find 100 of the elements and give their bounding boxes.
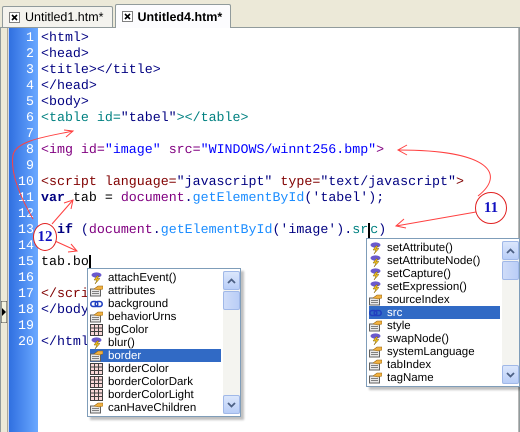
code-text: <script language= — [41, 174, 177, 190]
grid-icon — [90, 388, 103, 400]
code-text: <img id= — [41, 142, 105, 158]
line-number: 19 — [17, 318, 35, 334]
close-icon[interactable] — [122, 11, 133, 22]
line-number: 15 — [17, 254, 35, 270]
autocomplete-item[interactable]: behaviorUrns — [90, 310, 221, 323]
scroll-thumb[interactable] — [502, 261, 519, 280]
code-text: > — [456, 174, 464, 190]
line-number: 7 — [25, 126, 35, 142]
code-text: "tabel" — [120, 110, 177, 126]
code-text: tab.bo — [41, 254, 89, 270]
line-number: 10 — [17, 174, 35, 190]
document-tab[interactable]: Untitled4.htm* — [114, 4, 232, 28]
scroll-down-button[interactable] — [223, 395, 240, 414]
line-number: 20 — [17, 334, 35, 350]
code-text: . — [184, 190, 193, 206]
hand-card-icon — [369, 372, 382, 384]
code-text: src= — [168, 142, 201, 158]
autocomplete-item[interactable]: attachEvent() — [90, 271, 221, 284]
line-number: 9 — [25, 158, 35, 174]
chain-icon — [369, 306, 382, 318]
code-text: "image" — [104, 142, 161, 158]
line-number: 18 — [17, 302, 35, 318]
lightning-icon — [369, 254, 382, 266]
autocomplete-item[interactable]: setCapture() — [369, 267, 500, 280]
chevron-up-icon — [506, 248, 515, 254]
line-number: 17 — [17, 286, 35, 302]
close-icon[interactable] — [9, 12, 20, 22]
lightning-icon — [90, 272, 103, 284]
hand-card-icon — [369, 320, 382, 332]
hand-card-icon — [369, 346, 382, 358]
line-number: 5 — [25, 94, 35, 110]
line-number: 16 — [17, 270, 35, 286]
code-text: type= — [280, 174, 320, 190]
document-tab[interactable]: Untitled1.htm* — [2, 6, 113, 27]
hand-card-icon — [369, 358, 382, 370]
autocomplete-item[interactable]: canHaveChildren — [90, 401, 221, 414]
scroll-down-button[interactable] — [502, 365, 519, 384]
autocomplete-item[interactable]: attributes — [90, 284, 221, 297]
code-text: <table id= — [41, 110, 121, 126]
autocomplete-item[interactable]: tagName — [369, 371, 500, 384]
code-text: "WINDOWS/winnt256.bmp" — [200, 142, 376, 158]
code-text: <title></title> — [41, 62, 161, 78]
code-text: <body> — [41, 94, 89, 110]
autocomplete-item[interactable]: tabIndex — [369, 358, 500, 371]
scroll-thumb[interactable] — [223, 291, 240, 310]
autocomplete-item[interactable]: systemLanguage — [369, 345, 500, 358]
code-text: c — [370, 222, 378, 238]
line-number: 2 — [25, 46, 35, 62]
code-text: sr — [352, 222, 368, 238]
code-text: </scri — [41, 286, 89, 302]
lightning-icon — [90, 336, 103, 348]
code-text: ></table> — [176, 110, 248, 126]
splitter-handle-icon[interactable] — [1, 301, 7, 323]
autocomplete-item[interactable]: borderColorDark — [90, 375, 221, 388]
hand-card-icon — [90, 402, 103, 414]
code-text: getElementById — [160, 222, 272, 238]
code-text: ('image'). — [272, 222, 352, 238]
autocomplete-item[interactable]: setExpression() — [369, 280, 500, 293]
line-number: 3 — [25, 62, 35, 78]
code-text: . — [152, 222, 161, 238]
code-text: </html — [41, 334, 89, 350]
autocomplete-item[interactable]: border — [90, 349, 221, 362]
chevron-down-icon — [506, 372, 515, 378]
chain-icon — [90, 298, 103, 310]
line-number: 8 — [25, 142, 35, 158]
autocomplete-item[interactable]: setAttributeNode() — [369, 254, 500, 267]
code-text: tab = — [72, 190, 114, 206]
autocomplete-item[interactable]: bgColor — [90, 323, 221, 336]
line-number: 6 — [25, 110, 35, 126]
autocomplete-item[interactable]: style — [369, 319, 500, 332]
autocomplete-item[interactable]: borderColorLight — [90, 388, 221, 401]
code-text: ) — [378, 222, 386, 238]
lightning-icon — [369, 280, 382, 292]
autocomplete-item[interactable]: background — [90, 297, 221, 310]
grid-icon — [90, 376, 103, 388]
chevron-up-icon — [227, 278, 236, 284]
hand-card-icon — [369, 294, 382, 306]
autocomplete-item[interactable]: borderColor — [90, 362, 221, 375]
scroll-up-button[interactable] — [502, 241, 519, 260]
code-text: if — [56, 222, 73, 238]
scroll-up-button[interactable] — [223, 271, 240, 290]
autocomplete-item[interactable]: swapNode() — [369, 332, 500, 345]
lightning-icon — [369, 242, 382, 254]
hand-card-icon — [90, 310, 103, 322]
line-number: 13 — [17, 222, 35, 238]
code-text: getElementById — [192, 190, 304, 206]
code-text: "text/javascript" — [320, 174, 456, 190]
autocomplete-item[interactable]: setAttribute() — [369, 241, 500, 254]
grid-icon — [90, 362, 103, 374]
autocomplete-item[interactable]: sourceIndex — [369, 293, 500, 306]
code-text: document — [88, 222, 153, 238]
code-text: <head> — [41, 46, 89, 62]
autocomplete-item[interactable]: blur() — [90, 336, 221, 349]
autocomplete-item[interactable]: src — [369, 306, 500, 319]
arrow — [54, 240, 78, 252]
grid-icon — [90, 324, 103, 336]
code-text: ('tabel'); — [304, 190, 384, 206]
chevron-down-icon — [227, 402, 236, 408]
